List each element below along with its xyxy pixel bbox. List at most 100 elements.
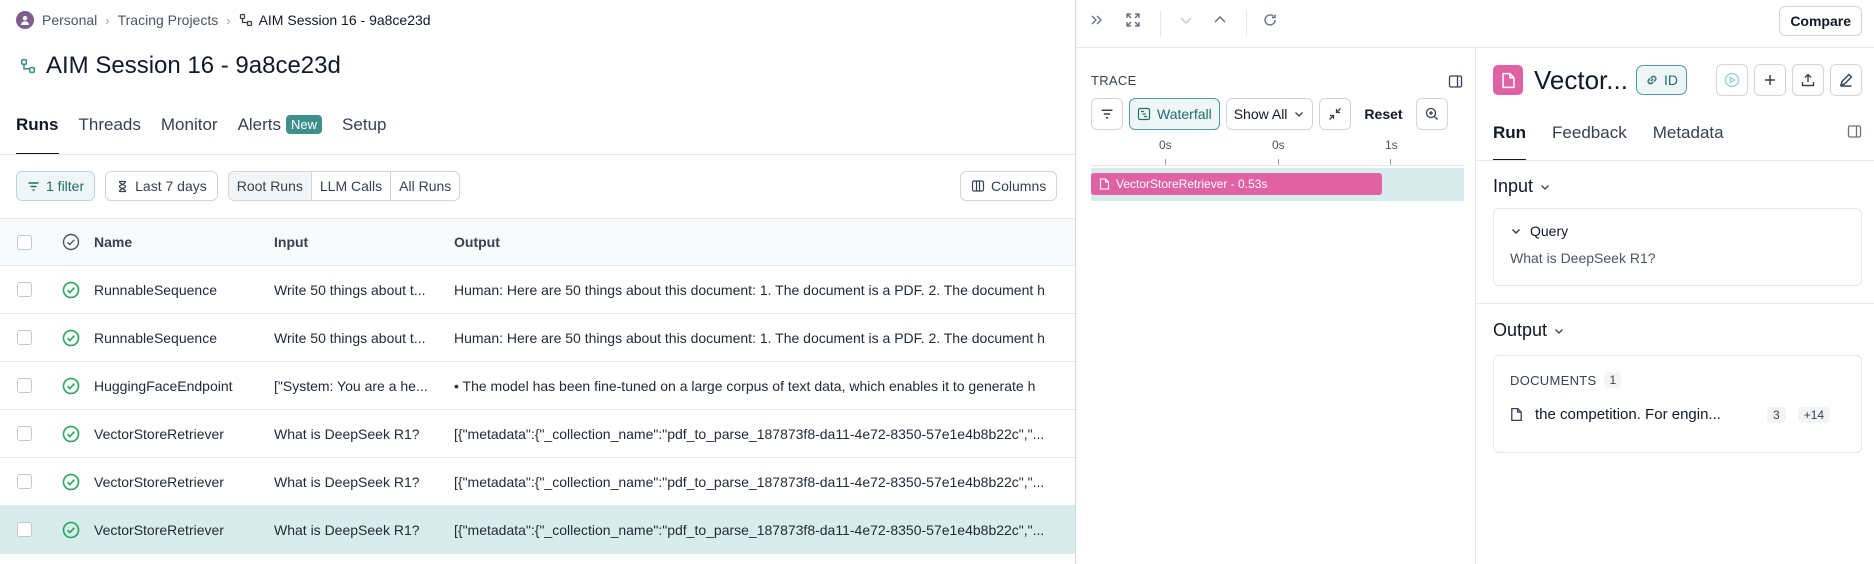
document-item[interactable]: the competition. For engin... 3 +14 bbox=[1510, 406, 1845, 423]
trace-filter-button[interactable] bbox=[1091, 98, 1123, 130]
cell-name[interactable]: VectorStoreRetriever bbox=[94, 522, 274, 538]
scope-all-runs[interactable]: All Runs bbox=[391, 172, 459, 200]
trace-controls: Waterfall Show All Reset bbox=[1091, 98, 1448, 130]
retriever-run-icon bbox=[1493, 65, 1523, 95]
table-row[interactable]: VectorStoreRetriever What is DeepSeek R1?… bbox=[0, 458, 1076, 506]
row-checkbox[interactable] bbox=[16, 522, 32, 537]
trace-row-selected[interactable]: VectorStoreRetriever - 0.53s bbox=[1091, 168, 1464, 201]
status-column-icon[interactable] bbox=[62, 233, 80, 251]
tab-monitor[interactable]: Monitor bbox=[161, 115, 218, 155]
document-snippet: the competition. For engin... bbox=[1535, 406, 1721, 423]
collapse-panel-icon[interactable] bbox=[1084, 7, 1110, 33]
select-all-checkbox[interactable] bbox=[16, 234, 32, 250]
run-detail-tabs: Run Feedback Metadata bbox=[1493, 123, 1862, 161]
filter-icon bbox=[28, 181, 39, 191]
run-scope-segmented: Root Runs LLM Calls All Runs bbox=[227, 171, 461, 201]
breadcrumb: Personal › Tracing Projects › AIM Sessio… bbox=[16, 10, 431, 30]
filter-icon bbox=[1101, 109, 1113, 119]
success-check-icon bbox=[62, 473, 80, 490]
copy-id-button[interactable]: ID bbox=[1636, 65, 1687, 95]
playground-button[interactable] bbox=[1716, 64, 1748, 96]
breadcrumb-workspace[interactable]: Personal bbox=[42, 12, 97, 28]
table-row[interactable]: HuggingFaceEndpoint ["System: You are a h… bbox=[0, 362, 1076, 410]
zoom-in-icon bbox=[1425, 107, 1438, 120]
chevron-down-icon bbox=[1541, 184, 1550, 190]
columns-button[interactable]: Columns bbox=[960, 171, 1058, 201]
sidebar-toggle-icon[interactable] bbox=[1442, 68, 1468, 94]
share-button[interactable] bbox=[1792, 64, 1824, 96]
cell-name[interactable]: VectorStoreRetriever bbox=[94, 426, 274, 442]
collapse-all-button[interactable] bbox=[1319, 98, 1352, 130]
cell-name[interactable]: RunnableSequence bbox=[94, 330, 274, 346]
scope-llm-calls[interactable]: LLM Calls bbox=[312, 172, 392, 200]
tab-alerts[interactable]: Alerts New bbox=[238, 115, 323, 155]
table-row[interactable]: RunnableSequence Write 50 things about t.… bbox=[0, 314, 1076, 362]
query-toggle[interactable]: Query bbox=[1510, 223, 1568, 239]
row-checkbox[interactable] bbox=[16, 282, 32, 297]
header-input[interactable]: Input bbox=[274, 234, 454, 250]
tab-setup[interactable]: Setup bbox=[342, 115, 386, 155]
chevron-right-icon: › bbox=[105, 12, 110, 28]
tick-label: 0s bbox=[1159, 138, 1172, 152]
time-range-button[interactable]: Last 7 days bbox=[105, 171, 218, 201]
chevron-right-icon: › bbox=[226, 12, 231, 28]
tab-runs[interactable]: Runs bbox=[16, 115, 59, 155]
cell-output: [{"metadata":{"_collection_name":"pdf_to… bbox=[454, 473, 1045, 490]
chevron-down-icon bbox=[1511, 228, 1521, 235]
run-header: Vector... ID bbox=[1493, 62, 1862, 98]
row-checkbox[interactable] bbox=[16, 330, 32, 345]
breadcrumb-section[interactable]: Tracing Projects bbox=[118, 12, 219, 28]
cell-name[interactable]: VectorStoreRetriever bbox=[94, 474, 274, 490]
cell-input: ["System: You are a he... bbox=[274, 377, 428, 394]
project-icon bbox=[239, 13, 252, 27]
edit-button[interactable] bbox=[1830, 64, 1862, 96]
reset-button[interactable]: Reset bbox=[1357, 98, 1410, 130]
success-check-icon bbox=[62, 281, 80, 298]
input-section-toggle[interactable]: Input bbox=[1493, 176, 1551, 197]
compare-button[interactable]: Compare bbox=[1779, 6, 1862, 36]
refresh-icon[interactable] bbox=[1257, 7, 1283, 33]
row-checkbox[interactable] bbox=[16, 474, 32, 489]
add-button[interactable] bbox=[1754, 64, 1786, 96]
scope-root-runs[interactable]: Root Runs bbox=[228, 172, 312, 200]
doc-more-badge[interactable]: +14 bbox=[1797, 406, 1831, 423]
waterfall-icon bbox=[1137, 107, 1151, 121]
show-all-dropdown[interactable]: Show All bbox=[1225, 98, 1314, 130]
documents-label: DOCUMENTS bbox=[1510, 372, 1597, 388]
input-card: Query What is DeepSeek R1? bbox=[1493, 208, 1862, 286]
output-section-toggle[interactable]: Output bbox=[1493, 320, 1565, 341]
cell-input: What is DeepSeek R1? bbox=[274, 425, 420, 442]
table-row[interactable]: VectorStoreRetriever What is DeepSeek R1?… bbox=[0, 410, 1076, 458]
cell-output: • The model has been fine-tuned on a lar… bbox=[454, 377, 1036, 394]
waterfall-toggle[interactable]: Waterfall bbox=[1129, 98, 1220, 130]
header-name[interactable]: Name bbox=[94, 234, 274, 250]
tab-threads[interactable]: Threads bbox=[79, 115, 141, 155]
output-card: DOCUMENTS 1 the competition. For engin..… bbox=[1493, 355, 1862, 453]
table-row[interactable]: RunnableSequence Write 50 things about t.… bbox=[0, 266, 1076, 314]
zoom-in-button[interactable] bbox=[1415, 98, 1448, 130]
tab-metadata[interactable]: Metadata bbox=[1653, 123, 1724, 161]
tab-run[interactable]: Run bbox=[1493, 123, 1527, 161]
workspace-avatar[interactable] bbox=[16, 11, 34, 29]
cell-name[interactable]: HuggingFaceEndpoint bbox=[94, 378, 274, 394]
row-checkbox[interactable] bbox=[16, 426, 32, 441]
cell-output: Human: Here are 50 things about this doc… bbox=[454, 329, 1045, 346]
run-title: Vector... bbox=[1534, 64, 1628, 95]
cell-output: Human: Here are 50 things about this doc… bbox=[454, 281, 1045, 298]
cell-name[interactable]: RunnableSequence bbox=[94, 282, 274, 298]
trace-bar-retriever[interactable]: VectorStoreRetriever - 0.53s bbox=[1091, 173, 1382, 195]
cell-input: What is DeepSeek R1? bbox=[274, 521, 420, 538]
row-checkbox[interactable] bbox=[16, 378, 32, 393]
tabs-divider bbox=[1477, 160, 1874, 161]
chevron-down-icon[interactable] bbox=[1173, 7, 1199, 33]
tab-feedback[interactable]: Feedback bbox=[1552, 123, 1627, 161]
expand-icon[interactable] bbox=[1120, 7, 1146, 33]
pencil-icon bbox=[1839, 73, 1853, 87]
filter-button[interactable]: 1 filter bbox=[16, 171, 96, 201]
table-row[interactable]: VectorStoreRetriever What is DeepSeek R1?… bbox=[0, 506, 1076, 554]
chevron-up-icon[interactable] bbox=[1207, 7, 1233, 33]
documents-header: DOCUMENTS 1 bbox=[1510, 372, 1622, 388]
sidebar-toggle-icon[interactable] bbox=[1847, 124, 1862, 142]
timeline-axis: 0s 0s 1s bbox=[1091, 138, 1464, 166]
header-output[interactable]: Output bbox=[454, 234, 1076, 250]
